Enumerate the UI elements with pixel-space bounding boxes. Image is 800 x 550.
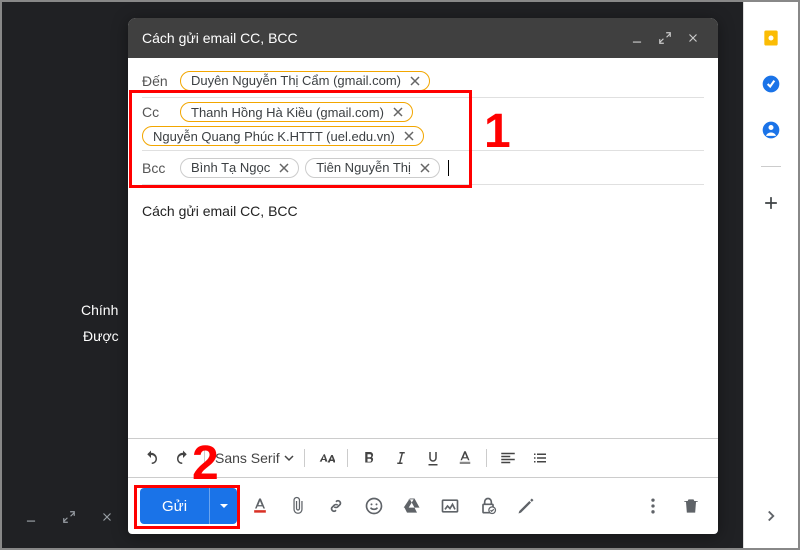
bg-minimize-icon[interactable] bbox=[20, 506, 42, 528]
to-chip[interactable]: Duyên Nguyễn Thị Cẩm (gmail.com) bbox=[180, 71, 430, 91]
bcc-chip[interactable]: Tiên Nguyễn Thị bbox=[305, 158, 440, 178]
list-icon[interactable] bbox=[527, 445, 553, 471]
bcc-label: Bcc bbox=[142, 160, 176, 176]
send-more-icon[interactable] bbox=[209, 488, 237, 524]
chip-remove-icon[interactable] bbox=[407, 73, 423, 89]
bg-close-icon[interactable] bbox=[96, 506, 118, 528]
chip-label: Bình Tạ Ngọc bbox=[191, 160, 270, 175]
window-title: Cách gửi email CC, BCC bbox=[142, 30, 298, 46]
cc-chip[interactable]: Thanh Hồng Hà Kiều (gmail.com) bbox=[180, 102, 413, 122]
send-button[interactable]: Gửi bbox=[140, 488, 237, 524]
bg-minimized-controls bbox=[14, 506, 118, 528]
bg-expand-icon[interactable] bbox=[58, 506, 80, 528]
more-icon[interactable] bbox=[638, 491, 668, 521]
email-body[interactable]: Cách gửi email CC, BCC bbox=[128, 185, 718, 438]
bold-icon[interactable] bbox=[356, 445, 382, 471]
emoji-icon[interactable] bbox=[359, 491, 389, 521]
underline-icon[interactable] bbox=[420, 445, 446, 471]
keep-icon[interactable] bbox=[761, 28, 781, 48]
chip-remove-icon[interactable] bbox=[390, 104, 406, 120]
minimize-icon[interactable] bbox=[626, 27, 648, 49]
text-cursor bbox=[448, 160, 449, 176]
bcc-chip[interactable]: Bình Tạ Ngọc bbox=[180, 158, 299, 178]
bg-text-chinh: Chính bbox=[81, 302, 118, 318]
titlebar: Cách gửi email CC, BCC bbox=[128, 18, 718, 58]
chip-label: Nguyễn Quang Phúc K.HTTT (uel.edu.vn) bbox=[153, 129, 395, 144]
font-size-icon[interactable] bbox=[313, 445, 339, 471]
image-icon[interactable] bbox=[435, 491, 465, 521]
tasks-icon[interactable] bbox=[761, 74, 781, 94]
recipient-fields: Đến Duyên Nguyễn Thị Cẩm (gmail.com) Cc … bbox=[128, 58, 718, 185]
expand-icon[interactable] bbox=[654, 27, 676, 49]
pen-icon[interactable] bbox=[511, 491, 541, 521]
chip-label: Thanh Hồng Hà Kiều (gmail.com) bbox=[191, 105, 384, 120]
cc-row[interactable]: Cc Thanh Hồng Hà Kiều (gmail.com) Nguyễn… bbox=[142, 98, 704, 151]
side-panel bbox=[743, 2, 798, 548]
cc-label: Cc bbox=[142, 104, 176, 120]
format-toolbar: Sans Serif bbox=[128, 438, 718, 478]
align-icon[interactable] bbox=[495, 445, 521, 471]
italic-icon[interactable] bbox=[388, 445, 414, 471]
chip-remove-icon[interactable] bbox=[417, 160, 433, 176]
undo-icon[interactable] bbox=[138, 445, 164, 471]
font-selector[interactable]: Sans Serif bbox=[213, 450, 296, 466]
add-icon[interactable] bbox=[761, 193, 781, 213]
bottom-bar: Gửi bbox=[128, 478, 718, 534]
drive-icon[interactable] bbox=[397, 491, 427, 521]
contacts-icon[interactable] bbox=[761, 120, 781, 140]
font-name: Sans Serif bbox=[215, 450, 280, 466]
bg-text-duoc: Được bbox=[83, 328, 119, 344]
compose-window: Cách gửi email CC, BCC Đến Duyên Nguyễn … bbox=[128, 18, 718, 534]
body-text: Cách gửi email CC, BCC bbox=[142, 203, 298, 219]
link-icon[interactable] bbox=[321, 491, 351, 521]
chip-remove-icon[interactable] bbox=[401, 128, 417, 144]
to-row[interactable]: Đến Duyên Nguyễn Thị Cẩm (gmail.com) bbox=[142, 64, 704, 98]
lock-icon[interactable] bbox=[473, 491, 503, 521]
trash-icon[interactable] bbox=[676, 491, 706, 521]
close-icon[interactable] bbox=[682, 27, 704, 49]
send-label: Gửi bbox=[140, 498, 209, 515]
cc-chip[interactable]: Nguyễn Quang Phúc K.HTTT (uel.edu.vn) bbox=[142, 126, 424, 146]
chip-label: Duyên Nguyễn Thị Cẩm (gmail.com) bbox=[191, 73, 401, 88]
attach-icon[interactable] bbox=[283, 491, 313, 521]
to-label: Đến bbox=[142, 73, 176, 89]
text-color-icon[interactable] bbox=[452, 445, 478, 471]
text-format-icon[interactable] bbox=[245, 491, 275, 521]
bcc-row[interactable]: Bcc Bình Tạ Ngọc Tiên Nguyễn Thị bbox=[142, 151, 704, 185]
chip-label: Tiên Nguyễn Thị bbox=[316, 160, 411, 175]
collapse-side-icon[interactable] bbox=[762, 507, 780, 530]
redo-icon[interactable] bbox=[170, 445, 196, 471]
chip-remove-icon[interactable] bbox=[276, 160, 292, 176]
